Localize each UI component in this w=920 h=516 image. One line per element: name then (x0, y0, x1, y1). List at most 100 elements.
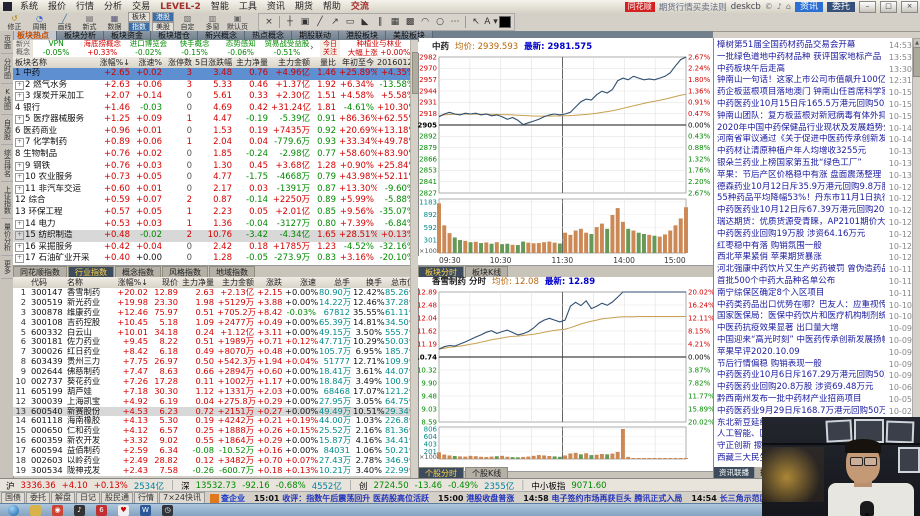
tool-修正[interactable]: ↺ 修正 (2, 14, 27, 31)
stock-row-002644[interactable]: 9 002644 佛慈制药 +7.47 8.63 0.66 +2894万 +0.60 +0.00… (13, 367, 418, 377)
sidebar-item-页面[interactable]: 页面 (0, 31, 13, 54)
col-header[interactable]: 涨跌 (257, 277, 285, 288)
stock-row-300519[interactable]: 2 300519 新光药业 +19.98 23.30 1.98 +5129万 +3.88 +0.… (13, 298, 418, 308)
news-item[interactable]: 黔西南州发布一批中药材产业招商项目 10-05 (714, 394, 913, 406)
stock-row-605199[interactable]: 11 605199 葫芦娃 +7.18 30.30 1.12 +1331万 +2.03 +0.0… (13, 387, 418, 397)
stock-row-601118[interactable]: 14 601118 海南橡胶 +4.13 5.30 0.19 +4242万 +0.21 +0.1… (13, 416, 418, 426)
concept-item[interactable]: 海底捞概念 +0.33% (79, 39, 125, 57)
news-item[interactable]: 中药医药业回购19万股 涉资64.16万元 10-12 (714, 229, 913, 241)
expand-icon[interactable]: + (15, 184, 24, 194)
news-item[interactable]: 中药医药业10月6日斥167.29万港元回购50万股 10-09 (714, 370, 913, 382)
menu-item-5[interactable]: LEVEL-2 (155, 2, 206, 12)
sector-row-12[interactable]: 12 综合 +0.59 +0.07 2 0.87 -0.14 +2250万 0.89 +5.99… (13, 195, 418, 207)
col-header[interactable]: 现价 (151, 277, 181, 288)
sector-row-8[interactable]: 8 生物制品 +0.76 +0.02 0 1.85 -0.24 -2.98亿 0.77 +58.… (13, 149, 418, 161)
news-item[interactable]: 2020年中国中药保健品行业现状及发展趋势分析 毛利…10-14 (714, 123, 913, 135)
draw-tool-11-icon[interactable]: ⋯ (448, 16, 462, 29)
news-scrollbar[interactable]: ▲ ▼ (912, 38, 920, 478)
sector-row-3[interactable]: +3 煤炭开采加工 +2.07 +0.14 0 5.61 0.33 +2.30亿 1.51 +4… (13, 91, 418, 103)
restore-button[interactable]: □ (880, 0, 897, 13)
draw-tool-3-icon[interactable]: ↗ (328, 16, 342, 29)
sector-intraday-chart[interactable]: 2982 2.67% 2970 2.24% 2957 1.80% 2944 1.36% 2931… (418, 53, 713, 256)
home-icon[interactable]: ⌂ (786, 2, 791, 11)
sector-row-7[interactable]: +7 化学制药 +0.89 +0.06 1 2.04 0.04 -779.6万 0.93 +33… (13, 137, 418, 149)
concept-next-arrow[interactable]: › (310, 40, 320, 57)
concept-item[interactable]: 贸易战受益股 -0.51% (264, 39, 310, 57)
tool-新式[interactable]: ▤ 新式 (77, 14, 102, 31)
menu-item-8[interactable]: 资讯 (262, 2, 290, 12)
paint-app-icon[interactable] (30, 505, 41, 516)
expand-icon[interactable]: + (15, 161, 24, 171)
tv-app-icon[interactable]: 6 (96, 505, 107, 516)
news-item[interactable]: 中药医药业回购20.8万股 涉资69.48万元 10-06 (714, 382, 913, 394)
col-header[interactable]: 代码 (29, 277, 65, 288)
sector-row-14[interactable]: +14 电力 +0.53 +0.03 1 1.36 -0.04 -3127万 0.80 +7.3… (13, 219, 418, 231)
chrome-icon[interactable]: ◉ (52, 505, 63, 516)
sidebar-item-K线图[interactable]: K线图 (0, 84, 13, 115)
news-item[interactable]: 一批绿色道地中药材品种 获评国家地标产品 13:53 (714, 52, 913, 64)
news-item[interactable]: 55种药品平均降幅53%！丹东市11月1日执行 10-12 (714, 193, 913, 205)
today-focus-item[interactable]: 种植业与林业 大幅上涨 +0.00% (340, 39, 418, 57)
badge-icon[interactable]: © (765, 2, 773, 11)
col-header[interactable]: 板块名称 (13, 57, 99, 68)
draw-tool-10-icon[interactable]: ○ (433, 16, 447, 29)
news-item[interactable]: 中药材让清原种植户年人均增收3255元 10-13 (714, 146, 913, 158)
sector-row-1[interactable]: 1 中药 +2.65 +0.02 3 3.48 0.76 +4.96亿 1.46 +25.89%… (13, 68, 418, 80)
tool-画线[interactable]: ╱ 画线 (52, 14, 77, 31)
expand-icon[interactable]: + (15, 115, 24, 125)
index-中小板指[interactable]: 中小板指 9071.60 (525, 480, 612, 492)
menu-item-2[interactable]: 行情 (71, 2, 99, 12)
news-item[interactable]: 中药板块午后走高 13:30 (714, 64, 913, 76)
news-item[interactable]: 苹果：节后产区价格稳中有涨 盘面震荡整理 10-13 (714, 170, 913, 182)
col-header[interactable]: 名称 (65, 277, 115, 288)
menu-item-10[interactable]: 帮助 (318, 2, 346, 12)
stock-row-600332[interactable]: 5 600332 白云山 +10.01 34.18 0.24 +1.12亿 +3.11 +0.0… (13, 328, 418, 338)
poker-app-icon[interactable]: ♥ (118, 505, 129, 516)
col-header[interactable]: 主力净量 (235, 57, 271, 68)
news-item[interactable]: 银朵兰药业上榜国家第五批“绿色工厂” 10-13 (714, 158, 913, 170)
stock-row-603439[interactable]: 8 603439 贵州三力 +7.75 26.97 0.50 +542.3万 +1.94 +0.… (13, 357, 418, 367)
menu-item-3[interactable]: 分析 (99, 2, 127, 12)
news-item[interactable]: 瑞达期货：优质货源受青睐，AP2101期价大幅上涨10-12 (714, 217, 913, 229)
news-item[interactable]: 红枣稳中有落 购销氛围一般 10-12 (714, 241, 913, 253)
news-item[interactable]: 中药医药业10月15日斥165.5万港元回购50万股 10-15 (714, 99, 913, 111)
stock-row-600359[interactable]: 16 600359 新农开发 +3.32 9.02 0.55 +1864万 +0.29 +0.0… (13, 436, 418, 446)
expand-icon[interactable]: + (15, 173, 24, 183)
news-item[interactable]: 钟南山团队：复方板蓝根对新冠病毒有体外抑制药效10-15 (714, 111, 913, 123)
col-header[interactable]: 总手 (319, 277, 353, 288)
stock-row-600594[interactable]: 17 600594 益佰制药 +2.59 6.34 -0.08 -10.52万 +0.16 +0… (13, 446, 418, 456)
index-创[interactable]: 创 2724.50 -13.46 -0.49% 2355亿 (353, 480, 520, 492)
sidebar-item-量价分析[interactable]: 量价分析 (0, 219, 13, 256)
ticker-item[interactable]: 14:58 电子签约市场再获巨头 腾讯正式入局 (523, 493, 682, 504)
stock-row-002737[interactable]: 10 002737 葵花药业 +7.26 17.28 0.11 +1002万 +1.17 +0.… (13, 377, 418, 387)
menu-item-4[interactable]: 交易 (127, 2, 155, 12)
index-沪[interactable]: 沪 3336.36 +4.10 +0.13% 2534亿 (0, 480, 170, 492)
word-icon[interactable]: W (140, 505, 151, 516)
sector-row-16[interactable]: +16 采掘服务 +0.42 +0.04 0 2.42 0.18 +1785万 1.23 -4.… (13, 242, 418, 254)
sector-row-9[interactable]: +9 钢铁 +0.76 +0.03 0 1.30 0.45 +3.68亿 1.28 +0.90%… (13, 161, 418, 173)
col-header[interactable]: 涨幅%↓ (115, 277, 151, 288)
sidebar-item-分时图[interactable]: 分时图 (0, 54, 13, 84)
tool-自定[interactable]: ▧ 自定 (175, 14, 200, 31)
stock-row-002603[interactable]: 18 002603 以岭药业 +2.49 28.82 0.12 +3482万 +0.70 +0.… (13, 456, 418, 466)
concept-item[interactable]: VPN -0.05% (33, 39, 79, 57)
news-item[interactable]: 药企板蓝根项目落地澳门 钟南山任首席科学家 10-15 (714, 87, 913, 99)
news-item[interactable]: 中药医药业10月12日斥67.39万港元回购20万股 10-12 (714, 205, 913, 217)
col-header[interactable]: 5日涨跌幅 (195, 57, 235, 68)
sidebar-item-更多[interactable]: 更多 (0, 256, 13, 279)
clock-app-icon[interactable]: ◷ (162, 505, 173, 516)
expand-icon[interactable]: + (15, 92, 24, 102)
close-drawbar-icon[interactable]: × (262, 16, 276, 29)
seg-btn-板块[interactable]: 板块 (128, 12, 150, 22)
menu-item-6[interactable]: 智能 (206, 2, 234, 12)
expand-icon[interactable]: + (15, 138, 24, 148)
news-item[interactable]: 苹果早评2020.10.09 10-09 (714, 347, 913, 359)
draw-tool-5-icon[interactable]: ◣ (358, 16, 372, 29)
tool-多窗[interactable]: ▥ 多窗 (200, 14, 225, 31)
menu-item-9[interactable]: 期货 (290, 2, 318, 12)
news-item[interactable]: 德森药业10月12日斥35.9万港元回购9.8万股 10-12 (714, 182, 913, 194)
draw-tool-9-icon[interactable]: ◠ (418, 16, 432, 29)
news-item[interactable]: 中国迎来“高光时刻” 中医药传承创新发展扬帆再起航10-09 (714, 335, 913, 347)
expand-icon[interactable]: + (15, 219, 24, 229)
sidebar-item-自选股[interactable]: 自选股 (0, 115, 13, 145)
